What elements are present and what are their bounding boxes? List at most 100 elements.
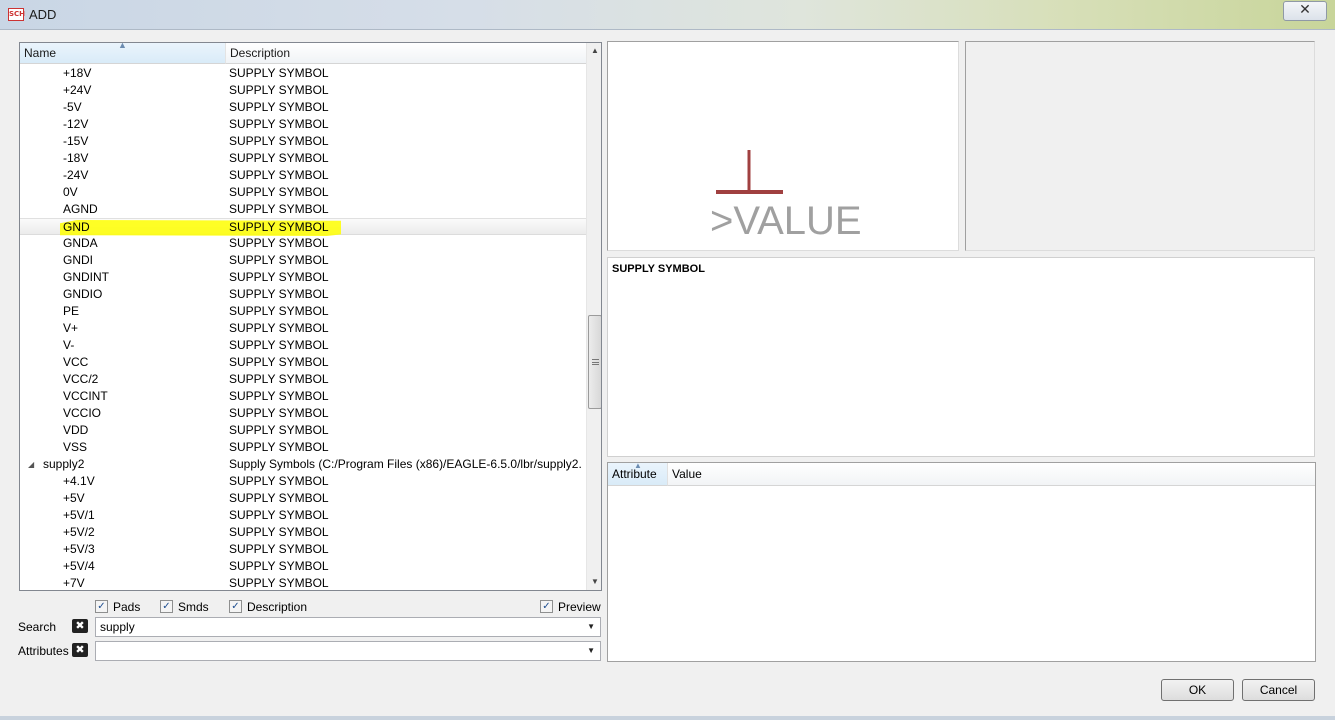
search-input[interactable]: supply ▼ (95, 617, 601, 637)
tree-row-name: -18V (63, 151, 89, 165)
eagle-schematic-icon: SCH (8, 8, 25, 21)
tree-row[interactable]: -12V SUPPLY SYMBOL (20, 116, 586, 133)
tree-row-description: SUPPLY SYMBOL (229, 474, 329, 488)
checkmark-icon: ✓ (160, 600, 173, 614)
clear-search-icon[interactable]: ✖ (72, 619, 88, 633)
tree-row[interactable]: +7V SUPPLY SYMBOL (20, 575, 586, 590)
tree-row[interactable]: +5V SUPPLY SYMBOL (20, 490, 586, 507)
tree-row-name: +5V/3 (63, 542, 95, 556)
tree-row-name: 0V (63, 185, 78, 199)
description-label: Description (247, 599, 308, 614)
tree-row[interactable]: 0V SUPPLY SYMBOL (20, 184, 586, 201)
smds-checkbox[interactable]: ✓ Smds (160, 598, 209, 614)
tree-row-name: +5V (63, 491, 85, 505)
column-header-description-label: Description (230, 46, 291, 60)
tree-row[interactable]: GNDI SUPPLY SYMBOL (20, 252, 586, 269)
tree-row[interactable]: VSS SUPPLY SYMBOL (20, 439, 586, 456)
symbol-preview[interactable]: >VALUE (607, 41, 959, 251)
checkmark-icon: ✓ (229, 600, 242, 614)
tree-row-name: +4.1V (63, 474, 95, 488)
ok-button[interactable]: OK (1161, 679, 1234, 701)
tree-row[interactable]: VCCINT SUPPLY SYMBOL (20, 388, 586, 405)
tree-row[interactable]: VCC/2 SUPPLY SYMBOL (20, 371, 586, 388)
tree-row-name: GNDI (63, 253, 93, 267)
tree-row[interactable]: -5V SUPPLY SYMBOL (20, 99, 586, 116)
column-header-value[interactable]: Value (668, 463, 1315, 486)
cancel-button[interactable]: Cancel (1242, 679, 1315, 701)
description-checkbox[interactable]: ✓ Description (229, 598, 307, 614)
tree-row-description: SUPPLY SYMBOL (229, 185, 329, 199)
column-header-name[interactable]: Name ▲ (20, 43, 226, 64)
dropdown-arrow-icon[interactable]: ▼ (587, 618, 595, 636)
expand-triangle-icon[interactable]: ◢ (28, 456, 34, 473)
ground-symbol-icon: >VALUE (710, 150, 862, 243)
column-header-description[interactable]: Description (226, 43, 586, 64)
tree-row[interactable]: +24V SUPPLY SYMBOL (20, 82, 586, 99)
sort-ascending-icon: ▲ (634, 461, 642, 470)
tree-row-name: -24V (63, 168, 89, 182)
tree-row[interactable]: V+ SUPPLY SYMBOL (20, 320, 586, 337)
sort-ascending-icon: ▲ (118, 42, 127, 50)
tree-row-description: SUPPLY SYMBOL (229, 338, 329, 352)
tree-row-name: VCC (63, 355, 89, 369)
tree-row-description: SUPPLY SYMBOL (229, 83, 329, 97)
tree-row[interactable]: GND SUPPLY SYMBOL (20, 218, 586, 236)
tree-row-name: VSS (63, 440, 88, 454)
column-header-attribute[interactable]: Attribute ▲ (608, 461, 668, 486)
tree-row[interactable]: VCCIO SUPPLY SYMBOL (20, 405, 586, 422)
tree-row-name: V+ (63, 321, 79, 335)
smds-label: Smds (178, 599, 209, 614)
tree-row[interactable]: PE SUPPLY SYMBOL (20, 303, 586, 320)
clear-attributes-icon[interactable]: ✖ (72, 643, 88, 657)
tree-row-name: +7V (63, 576, 85, 590)
tree-row-description: SUPPLY SYMBOL (229, 525, 329, 539)
tree-row-description: Supply Symbols (C:/Program Files (x86)/E… (229, 457, 581, 471)
attribute-table[interactable]: Attribute ▲ Value (607, 461, 1316, 662)
value-header-label: Value (672, 467, 702, 481)
tree-row[interactable]: -15V SUPPLY SYMBOL (20, 133, 586, 150)
tree-row-description: SUPPLY SYMBOL (229, 168, 329, 182)
tree-row[interactable]: +5V/4 SUPPLY SYMBOL (20, 558, 586, 575)
tree-row-description: SUPPLY SYMBOL (229, 440, 329, 454)
tree-library-node[interactable]: ◢ supply2 Supply Symbols (C:/Program Files… (20, 456, 586, 473)
tree-row[interactable]: V- SUPPLY SYMBOL (20, 337, 586, 354)
scroll-thumb[interactable] (588, 315, 601, 409)
tree-row[interactable]: +5V/2 SUPPLY SYMBOL (20, 524, 586, 541)
tree-row-description: SUPPLY SYMBOL (229, 287, 329, 301)
column-header-name-label: Name (24, 46, 57, 60)
checkmark-icon: ✓ (95, 600, 108, 614)
tree-row-description: SUPPLY SYMBOL (229, 491, 329, 505)
tree-row-name: +5V/4 (63, 559, 95, 573)
tree-row[interactable]: +18V SUPPLY SYMBOL (20, 65, 586, 82)
tree-row[interactable]: -18V SUPPLY SYMBOL (20, 150, 586, 167)
tree-row[interactable]: +4.1V SUPPLY SYMBOL (20, 473, 586, 490)
package-preview[interactable] (965, 41, 1315, 251)
pads-checkbox[interactable]: ✓ Pads (95, 598, 140, 614)
tree-row[interactable]: AGND SUPPLY SYMBOL (20, 201, 586, 218)
tree-row-name: +24V (63, 83, 92, 97)
tree-row-name: VCCIO (63, 406, 102, 420)
tree-row[interactable]: GNDA SUPPLY SYMBOL (20, 235, 586, 252)
scroll-up-arrow-icon[interactable]: ▲ (587, 43, 601, 59)
tree-row[interactable]: VDD SUPPLY SYMBOL (20, 422, 586, 439)
scroll-down-arrow-icon[interactable]: ▼ (587, 574, 601, 590)
tree-row[interactable]: +5V/3 SUPPLY SYMBOL (20, 541, 586, 558)
tree-row[interactable]: +5V/1 SUPPLY SYMBOL (20, 507, 586, 524)
tree-row-name: PE (63, 304, 80, 318)
tree-row[interactable]: VCC SUPPLY SYMBOL (20, 354, 586, 371)
tree-row[interactable]: GNDIO SUPPLY SYMBOL (20, 286, 586, 303)
tree-row[interactable]: -24V SUPPLY SYMBOL (20, 167, 586, 184)
attributes-input[interactable]: ▼ (95, 641, 601, 661)
tree-row-name: +5V/1 (63, 508, 95, 522)
library-tree[interactable]: Name ▲ Description +18V SUPPLY SYMBOL +24V… (19, 42, 602, 591)
close-button[interactable]: ✕ (1283, 1, 1327, 21)
tree-row-description: SUPPLY SYMBOL (229, 253, 329, 267)
dropdown-arrow-icon[interactable]: ▼ (587, 642, 595, 660)
tree-scrollbar[interactable]: ▲ ▼ (586, 43, 601, 590)
tree-row[interactable]: GNDINT SUPPLY SYMBOL (20, 269, 586, 286)
preview-checkbox[interactable]: ✓ Preview (540, 598, 601, 614)
description-text: SUPPLY SYMBOL (612, 263, 705, 275)
search-value: supply (100, 620, 135, 634)
tree-row-description: SUPPLY SYMBOL (229, 236, 329, 250)
tree-row-name: VDD (63, 423, 89, 437)
